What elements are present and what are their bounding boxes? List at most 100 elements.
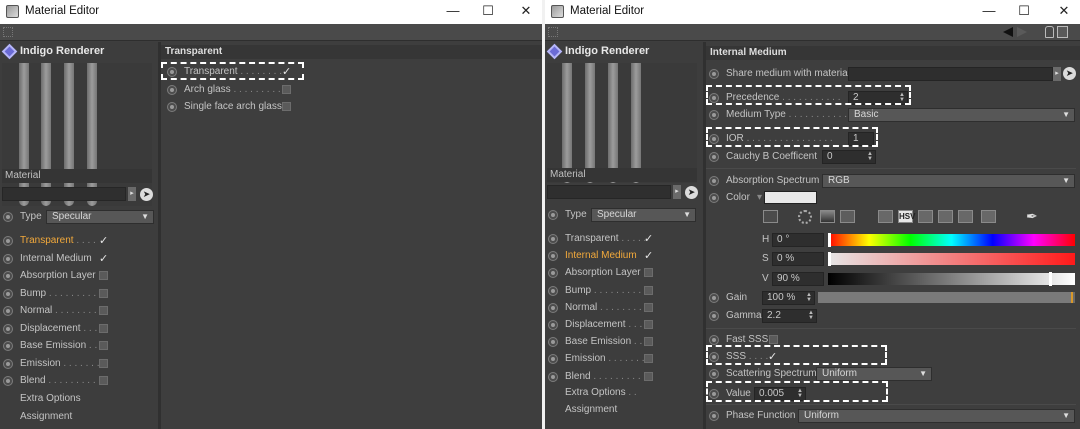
- color-swatch[interactable]: [764, 191, 817, 204]
- pick-cursor-icon[interactable]: ➤: [1063, 67, 1076, 80]
- channel-checkbox[interactable]: [644, 354, 653, 364]
- gamma-field[interactable]: 2.2 ▲ ▼: [762, 309, 817, 323]
- animate-radio-icon[interactable]: [709, 193, 719, 203]
- channel-checkbox[interactable]: [99, 306, 108, 315]
- gain-field[interactable]: 100 % ▲ ▼: [762, 291, 815, 305]
- cauchy-field[interactable]: 0 ▲ ▼: [822, 150, 876, 164]
- dropdown-arrow-icon[interactable]: ▸: [673, 185, 681, 199]
- channel-row[interactable]: Transparent . . . . . ✓: [548, 231, 698, 247]
- animate-radio-icon[interactable]: [548, 371, 558, 382]
- mixer-icon[interactable]: [938, 210, 953, 223]
- animate-radio-icon[interactable]: [3, 358, 13, 369]
- channel-row[interactable]: Base Emission . .: [548, 334, 698, 350]
- picture-icon[interactable]: [820, 210, 835, 223]
- animate-radio-icon[interactable]: [548, 337, 558, 348]
- animate-radio-icon[interactable]: [709, 411, 719, 421]
- option-row[interactable]: Arch glass . . . . . . . . .: [167, 82, 307, 98]
- channel-label[interactable]: Transparent . . . .: [20, 233, 96, 249]
- saturation-slider[interactable]: [828, 253, 1075, 265]
- fast-sss-checkbox[interactable]: [769, 335, 778, 344]
- eyedropper-icon[interactable]: ✒: [1026, 208, 1038, 225]
- animate-radio-icon[interactable]: [548, 268, 558, 279]
- channel-checkbox[interactable]: [99, 323, 108, 333]
- share-medium-field[interactable]: [848, 67, 1053, 81]
- channel-checkbox[interactable]: [644, 337, 653, 347]
- channel-row[interactable]: Absorption Layer: [3, 268, 153, 284]
- material-preview[interactable]: [2, 63, 152, 206]
- maximize-button[interactable]: ☐: [1013, 2, 1035, 20]
- v-field[interactable]: 90 %: [772, 272, 824, 286]
- new-panel-icon[interactable]: [1057, 26, 1068, 38]
- channel-row[interactable]: Displacement . . .: [548, 317, 698, 333]
- channel-label[interactable]: Displacement . . .: [565, 317, 642, 333]
- animate-radio-icon[interactable]: [709, 369, 719, 379]
- minimize-button[interactable]: —: [978, 2, 1000, 20]
- assignment-item[interactable]: Assignment: [20, 409, 72, 425]
- hsv-mode-icon[interactable]: HSV: [898, 210, 915, 223]
- extra-options-item[interactable]: Extra Options . .: [565, 385, 637, 401]
- animate-radio-icon[interactable]: [3, 306, 13, 316]
- channel-label[interactable]: Emission . . . . . . .: [20, 356, 99, 372]
- animate-radio-icon[interactable]: [548, 210, 558, 220]
- channel-row[interactable]: Transparent . . . . ✓: [3, 233, 153, 249]
- animate-radio-icon[interactable]: [3, 376, 13, 386]
- animate-radio-icon[interactable]: [3, 323, 13, 334]
- channel-checkbox[interactable]: ✓: [99, 233, 108, 249]
- extra-options-item[interactable]: Extra Options: [20, 391, 81, 407]
- dropdown-arrow-icon[interactable]: ▸: [128, 187, 136, 201]
- s-field[interactable]: 0 %: [772, 252, 824, 266]
- channel-row[interactable]: Bump . . . . . . . . .: [548, 283, 698, 299]
- channel-checkbox[interactable]: [99, 341, 108, 350]
- channel-row[interactable]: Normal . . . . . . . .: [3, 303, 153, 319]
- animate-radio-icon[interactable]: [709, 152, 719, 162]
- animate-radio-icon[interactable]: [3, 271, 13, 281]
- channel-row[interactable]: Internal Medium ✓: [548, 248, 698, 264]
- animate-radio-icon[interactable]: [709, 110, 719, 120]
- link-arrow-icon[interactable]: ▸: [1053, 67, 1061, 81]
- channel-label[interactable]: Base Emission . .: [20, 338, 97, 354]
- animate-radio-icon[interactable]: [548, 354, 558, 365]
- scattering-select[interactable]: Uniform ▼: [816, 367, 932, 381]
- animate-radio-icon[interactable]: [548, 302, 558, 313]
- channel-label[interactable]: Internal Medium: [20, 251, 92, 267]
- swatches-icon[interactable]: [958, 210, 973, 223]
- forward-arrow-icon[interactable]: [1017, 27, 1027, 37]
- color-expand-icon[interactable]: ▾: [757, 190, 762, 206]
- channel-label[interactable]: Internal Medium: [565, 248, 637, 264]
- animate-radio-icon[interactable]: [3, 288, 13, 299]
- value-slider-handle[interactable]: [1049, 272, 1053, 286]
- absorption-select[interactable]: RGB ▼: [822, 174, 1075, 188]
- animate-radio-icon[interactable]: [709, 311, 719, 321]
- material-dropdown[interactable]: [2, 187, 126, 201]
- material-dropdown[interactable]: [547, 185, 671, 199]
- material-name[interactable]: Material: [2, 169, 152, 183]
- animate-radio-icon[interactable]: [167, 102, 177, 112]
- channel-checkbox[interactable]: [644, 371, 653, 381]
- channel-checkbox[interactable]: [99, 376, 108, 385]
- value-slider[interactable]: [828, 273, 1075, 285]
- channel-label[interactable]: Emission . . . . . . .: [565, 351, 644, 367]
- image-icon[interactable]: [840, 210, 855, 223]
- channel-label[interactable]: Bump . . . . . . . . .: [20, 286, 96, 302]
- animate-radio-icon[interactable]: [709, 176, 719, 186]
- animate-radio-icon[interactable]: [548, 320, 558, 330]
- channel-label[interactable]: Blend . . . . . . . . .: [565, 369, 641, 385]
- channel-checkbox[interactable]: [644, 268, 653, 278]
- assignment-item[interactable]: Assignment: [565, 402, 617, 418]
- channel-checkbox[interactable]: ✓: [99, 251, 108, 267]
- option-checkbox[interactable]: [282, 84, 291, 94]
- animate-radio-icon[interactable]: [167, 84, 177, 95]
- minimize-button[interactable]: —: [442, 2, 464, 20]
- channel-label[interactable]: Normal . . . . . . . . .: [565, 300, 647, 316]
- channel-label[interactable]: Displacement . . .: [20, 321, 97, 337]
- option-checkbox[interactable]: [282, 102, 291, 111]
- phase-select[interactable]: Uniform ▼: [798, 409, 1075, 423]
- animate-radio-icon[interactable]: [709, 69, 719, 79]
- channel-label[interactable]: Bump . . . . . . . . .: [565, 283, 641, 299]
- kelvin-icon[interactable]: [918, 210, 933, 223]
- channel-row[interactable]: Base Emission . .: [3, 338, 153, 354]
- type-select[interactable]: Specular ▼: [591, 208, 696, 222]
- type-select[interactable]: Specular ▼: [46, 210, 154, 224]
- channel-row[interactable]: Blend . . . . . . . . .: [3, 373, 153, 389]
- channel-checkbox[interactable]: [99, 358, 108, 368]
